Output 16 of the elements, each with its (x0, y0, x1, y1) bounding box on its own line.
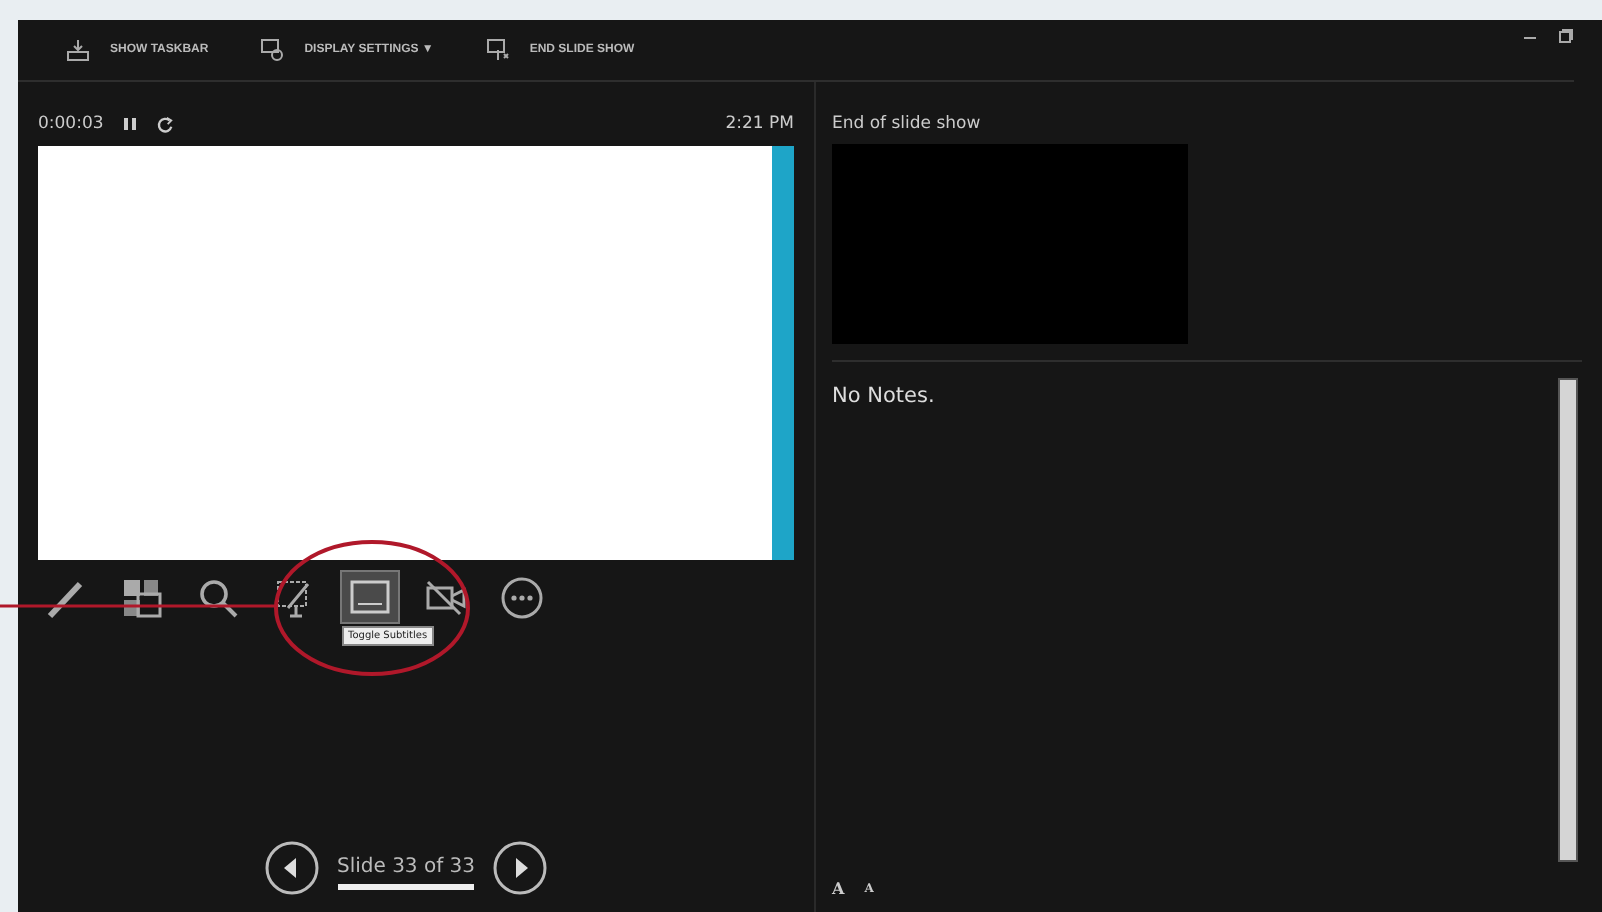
end-show-icon (485, 38, 510, 62)
pause-icon[interactable] (121, 116, 138, 132)
scrollbar[interactable] (1558, 378, 1578, 862)
restore-icon[interactable] (1558, 28, 1574, 44)
previous-slide-icon[interactable] (264, 840, 321, 896)
taskbar-icon (66, 38, 90, 62)
notes-text: No Notes. (832, 384, 935, 412)
clock-time: 2:21 PM (725, 114, 794, 134)
next-slide-label: End of slide show (832, 114, 983, 134)
restart-icon[interactable] (155, 115, 174, 133)
monitor-gear-icon (260, 38, 285, 62)
font-size-button[interactable]: A (832, 878, 845, 898)
next-slide-icon[interactable] (491, 840, 548, 896)
elapsed-time: 0:00:03 (38, 114, 104, 134)
tool-button[interactable] (342, 572, 398, 622)
slide-counter: Slide 33 of 33 (336, 856, 476, 878)
